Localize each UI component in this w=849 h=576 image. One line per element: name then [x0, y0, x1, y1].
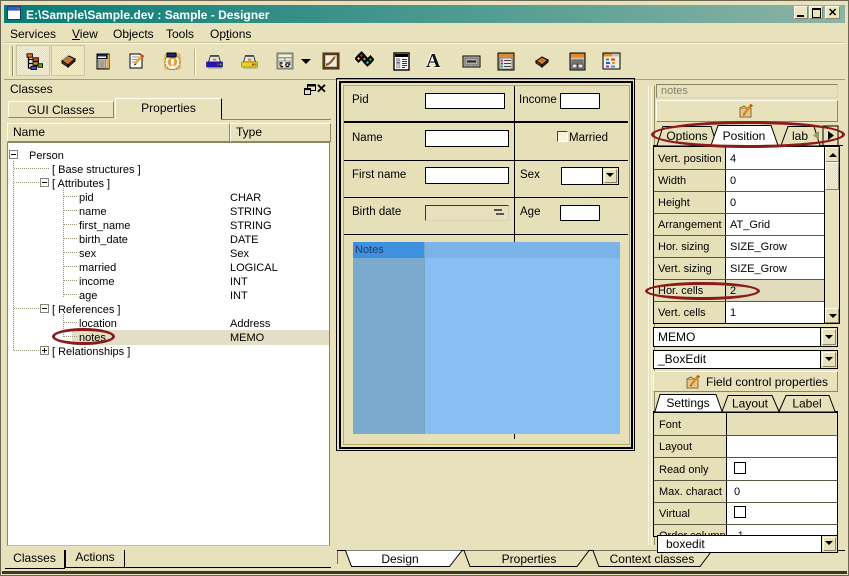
- svg-text:Label: Label: [792, 397, 821, 411]
- svg-text:Design: Design: [381, 552, 418, 566]
- svg-text:Layout: Layout: [732, 397, 769, 411]
- svg-text:Context classes: Context classes: [610, 552, 695, 566]
- svg-text:Properties: Properties: [502, 552, 557, 566]
- svg-text:Settings: Settings: [666, 396, 709, 410]
